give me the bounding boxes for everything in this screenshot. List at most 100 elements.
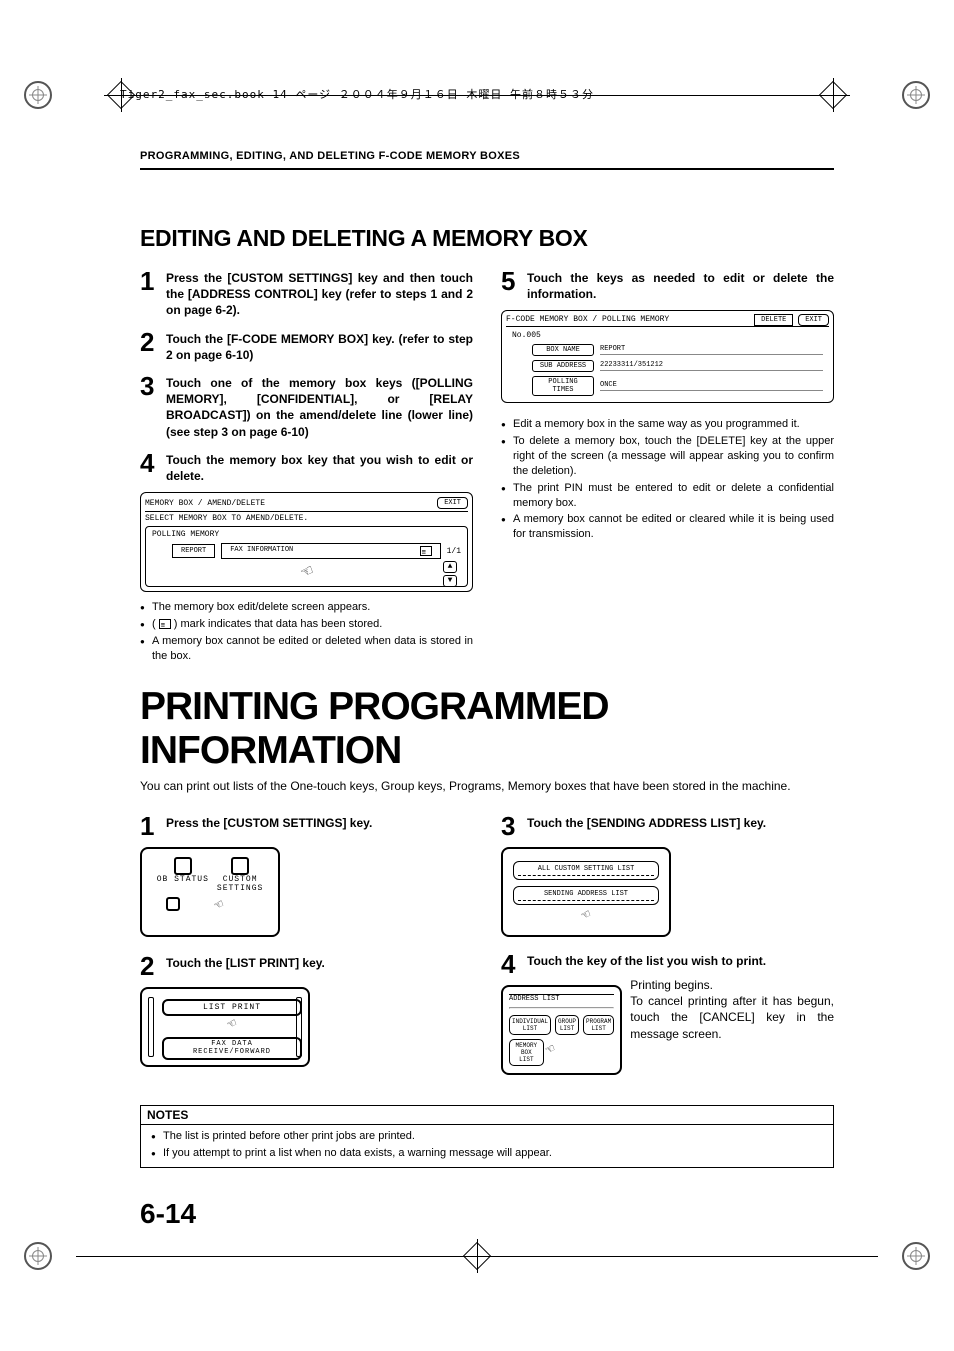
screenshot-custom-settings: OB STATUS CUSTOM SETTINGS ☜	[140, 847, 280, 937]
step-2: 2 Touch the [F-CODE MEMORY BOX] key. (re…	[140, 329, 473, 363]
custom-settings-label: CUSTOM SETTINGS	[217, 875, 263, 893]
step-number: 4	[501, 951, 521, 977]
bullet-item: The memory box edit/delete screen appear…	[140, 600, 473, 615]
section-heading-printing: PRINTING PROGRAMMED INFORMATION	[140, 685, 834, 773]
step-4: 4 Touch the memory box key that you wish…	[140, 450, 473, 484]
print-begin-text: Printing begins. To cancel printing afte…	[630, 977, 834, 1042]
button-label: SENDING ADDRESS LIST	[544, 890, 628, 898]
section-heading-edit-delete: EDITING AND DELETING A MEMORY BOX	[140, 225, 834, 252]
step-text: Touch the [SENDING ADDRESS LIST] key.	[527, 813, 766, 839]
step-p1: 1 Press the [CUSTOM SETTINGS] key.	[140, 813, 473, 839]
stored-mark-icon: ≡	[420, 546, 432, 556]
bullet-item: To delete a memory box, touch the [DELET…	[501, 434, 834, 479]
box-number: No.005	[512, 331, 823, 340]
memory-box-list-button[interactable]: MEMORY BOX LIST	[509, 1039, 544, 1066]
panel-title: F-CODE MEMORY BOX / POLLING MEMORY	[506, 315, 669, 324]
custom-settings-key-icon[interactable]	[231, 857, 249, 875]
crop-line	[76, 1256, 462, 1257]
step-text: Touch the memory box key that you wish t…	[166, 450, 473, 484]
bullet-item: A memory box cannot be edited or cleared…	[501, 512, 834, 542]
step-number: 3	[501, 813, 521, 839]
crop-line	[492, 1256, 878, 1257]
step-number: 4	[140, 450, 160, 484]
exit-button[interactable]: EXIT	[437, 497, 468, 509]
pointer-hand-icon: ☜	[225, 1015, 240, 1034]
bullet-item: A memory box cannot be edited or deleted…	[140, 634, 473, 664]
running-header: PROGRAMMING, EDITING, AND DELETING F-COD…	[140, 150, 834, 170]
crop-marks-bottom	[0, 1236, 954, 1276]
screenshot-sending-address: ALL CUSTOM SETTING LIST SENDING ADDRESS …	[501, 847, 671, 937]
step-1: 1 Press the [CUSTOM SETTINGS] key and th…	[140, 268, 473, 319]
group-list-button[interactable]: GROUP LIST	[555, 1015, 579, 1035]
small-key-icon	[166, 897, 180, 911]
bullet-item: Edit a memory box in the same way as you…	[501, 417, 834, 432]
pointer-hand-icon: ☜	[298, 560, 317, 585]
panel-subtitle: SELECT MEMORY BOX TO AMEND/DELETE.	[145, 514, 468, 523]
crop-circle-icon	[24, 81, 52, 109]
step-3: 3 Touch one of the memory box keys ([POL…	[140, 373, 473, 440]
step-number: 5	[501, 268, 521, 302]
crop-circle-icon	[902, 81, 930, 109]
ui-panel-fcode-box: F-CODE MEMORY BOX / POLLING MEMORY DELET…	[501, 310, 834, 403]
screenshot-list-print: LIST PRINT ☜ FAX DATA RECEIVE/FORWARD	[140, 987, 310, 1067]
polling-times-button[interactable]: POLLING TIMES	[532, 376, 594, 396]
step4-notes: The memory box edit/delete screen appear…	[140, 600, 473, 663]
step-5: 5 Touch the keys as needed to edit or de…	[501, 268, 834, 302]
step-number: 2	[140, 953, 160, 979]
step-text: Touch the [F-CODE MEMORY BOX] key. (refe…	[166, 329, 473, 363]
delete-button[interactable]: DELETE	[754, 314, 793, 326]
step-text: Touch the [LIST PRINT] key.	[166, 953, 325, 979]
step-text: Touch the key of the list you wish to pr…	[527, 951, 766, 977]
scroll-up-button[interactable]: ▲	[443, 561, 457, 573]
panel-title: MEMORY BOX / AMEND/DELETE	[145, 499, 265, 508]
step-number: 2	[140, 329, 160, 363]
jobstatus-label: OB STATUS	[157, 875, 209, 884]
sub-address-value: 22233311/351212	[600, 361, 823, 371]
box-name-button[interactable]: BOX NAME	[532, 344, 594, 356]
step-text: Touch one of the memory box keys ([POLLI…	[166, 373, 473, 440]
notes-item: If you attempt to print a list when no d…	[151, 1146, 823, 1161]
fax-receive-button[interactable]: FAX DATA RECEIVE/FORWARD	[162, 1037, 302, 1060]
page-number: 6-14	[140, 1198, 834, 1230]
section-intro: You can print out lists of the One-touch…	[140, 779, 834, 795]
button-label: ALL CUSTOM SETTING LIST	[538, 865, 635, 873]
pointer-hand-icon: ☜	[543, 1040, 561, 1066]
polling-times-value: ONCE	[600, 381, 823, 391]
exit-button[interactable]: EXIT	[798, 314, 829, 326]
step-number: 1	[140, 813, 160, 839]
scroll-down-button[interactable]: ▼	[443, 575, 457, 587]
all-custom-list-button[interactable]: ALL CUSTOM SETTING LIST	[513, 861, 659, 880]
bullet-item: ( ≡ ) mark indicates that data has been …	[140, 617, 473, 632]
crop-circle-icon	[24, 1242, 52, 1270]
individual-list-button[interactable]: INDIVIDUAL LIST	[509, 1015, 551, 1035]
step-p3: 3 Touch the [SENDING ADDRESS LIST] key.	[501, 813, 834, 839]
crop-center-icon	[818, 80, 848, 110]
notes-item: The list is printed before other print j…	[151, 1129, 823, 1144]
report-box-button[interactable]: REPORT	[172, 544, 215, 558]
book-mark-text: Tiger2_fax_sec.book 14 ページ ２００４年９月１６日 木曜…	[120, 86, 594, 102]
crop-center-icon	[462, 1241, 492, 1271]
step-p2: 2 Touch the [LIST PRINT] key.	[140, 953, 473, 979]
program-list-button[interactable]: PROGRAM LIST	[583, 1015, 614, 1035]
bullet-item: The print PIN must be entered to edit or…	[501, 481, 834, 511]
category-label: POLLING MEMORY	[152, 530, 461, 539]
stored-mark-icon: ≡	[159, 619, 171, 629]
step-text: Touch the keys as needed to edit or dele…	[527, 268, 834, 302]
box-name-value: REPORT	[600, 345, 823, 355]
panel-title: ADDRESS LIST	[509, 995, 614, 1003]
pointer-hand-icon: ☜	[579, 906, 594, 925]
step-text: Press the [CUSTOM SETTINGS] key.	[166, 813, 372, 839]
step-number: 3	[140, 373, 160, 440]
notes-title: NOTES	[141, 1106, 833, 1125]
jobstatus-key-icon	[174, 857, 192, 875]
crop-circle-icon	[902, 1242, 930, 1270]
page-indicator: 1/1	[447, 547, 461, 556]
pointer-hand-icon: ☜	[212, 896, 227, 915]
list-print-button[interactable]: LIST PRINT	[162, 999, 302, 1016]
step-text: Press the [CUSTOM SETTINGS] key and then…	[166, 268, 473, 319]
fax-info-button[interactable]: FAX INFORMATION ≡	[221, 543, 440, 559]
sub-address-button[interactable]: SUB ADDRESS	[532, 360, 594, 372]
notes-box: NOTES The list is printed before other p…	[140, 1105, 834, 1168]
sending-address-list-button[interactable]: SENDING ADDRESS LIST	[513, 886, 659, 905]
ui-panel-amend-delete: MEMORY BOX / AMEND/DELETE EXIT SELECT ME…	[140, 492, 473, 592]
